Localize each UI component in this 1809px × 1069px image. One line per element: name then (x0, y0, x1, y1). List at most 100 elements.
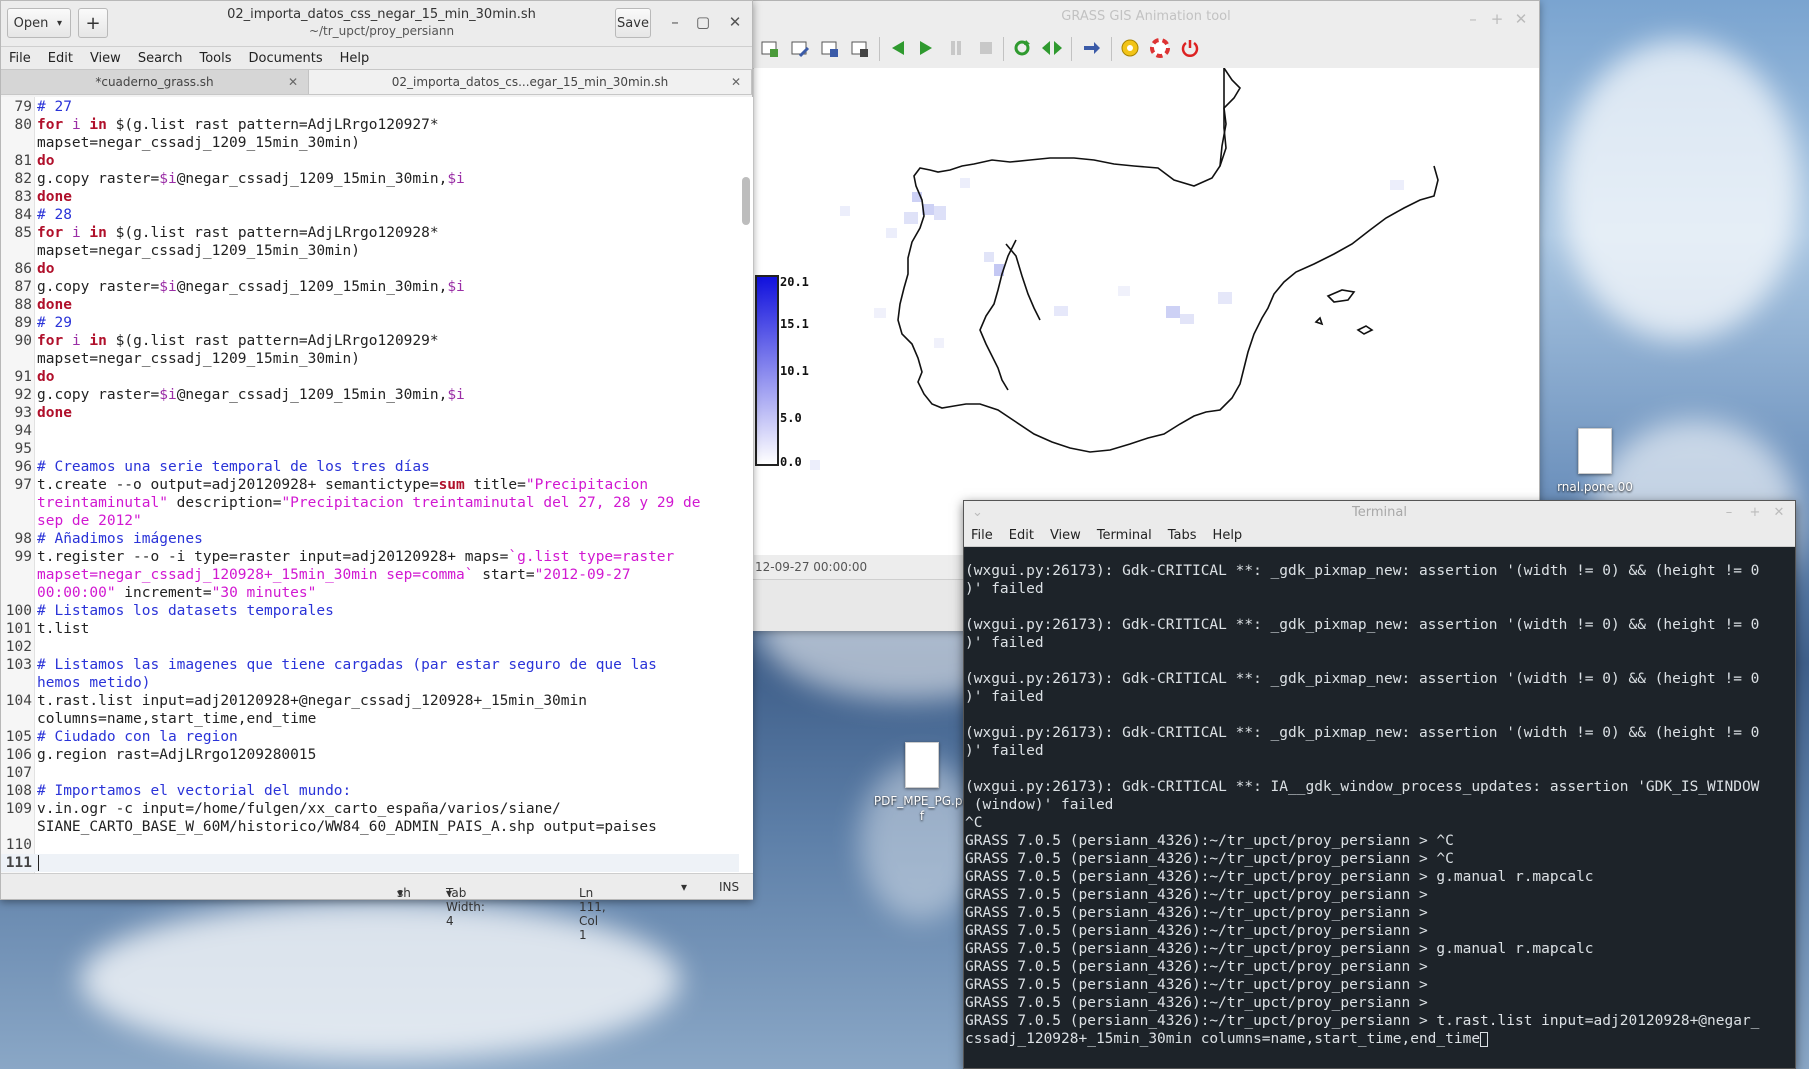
add-animation-icon[interactable] (757, 35, 783, 61)
close-icon[interactable]: ✕ (1769, 501, 1789, 525)
menu-view[interactable]: View (1050, 528, 1081, 543)
line-number: 85 (14, 225, 32, 241)
map-canvas[interactable] (754, 67, 1539, 555)
repeat-icon[interactable] (1009, 35, 1035, 61)
document-title: 02_importa_datos_css_negar_15_min_30min.… (227, 7, 536, 22)
editor-headerbar: Open ▾ + 02_importa_datos_css_negar_15_m… (1, 1, 752, 47)
play-icon[interactable] (913, 35, 939, 61)
close-tab-icon[interactable]: ✕ (288, 75, 298, 89)
menu-help[interactable]: Help (1213, 528, 1243, 543)
menu-search[interactable]: Search (138, 51, 183, 66)
maximize-icon[interactable]: + (1745, 501, 1765, 525)
code-line: g.copy raster=$i@negar_cssadj_1209_15min… (37, 170, 465, 188)
line-number: 97 (14, 477, 32, 493)
window-titlebar[interactable]: GRASS GIS Animation tool – + ✕ (753, 1, 1539, 31)
code-line: done (37, 188, 72, 206)
terminal-line: ^C (965, 815, 983, 831)
terminal-window: ⌄ Terminal – + ✕ File Edit View Terminal… (963, 500, 1796, 1069)
export-animation-icon[interactable] (847, 35, 873, 61)
play-back-icon[interactable] (885, 35, 911, 61)
line-number: 104 (5, 693, 32, 709)
quit-icon[interactable] (1177, 35, 1203, 61)
editor-text-area[interactable]: 79 # 27 80 for i in $(g.list rast pattern=A… (1, 97, 753, 874)
line-number: 86 (14, 261, 32, 277)
code-line: # Creamos una serie temporal de los tres… (37, 458, 430, 476)
vertical-scrollbar[interactable] (742, 177, 750, 225)
menu-tabs[interactable]: Tabs (1168, 528, 1197, 543)
code-token: @negar_cssadj_1209_15min_30min, (176, 387, 448, 403)
desktop-file-label: rnal.pone.00 (1557, 480, 1633, 494)
window-titlebar[interactable]: ⌄ Terminal – + ✕ (964, 501, 1795, 525)
close-icon[interactable]: ✕ (725, 13, 745, 31)
pause-icon[interactable] (943, 35, 969, 61)
open-button[interactable]: Open ▾ (7, 8, 71, 38)
line-number: 92 (14, 387, 32, 403)
reload-animation-icon[interactable] (817, 35, 843, 61)
close-tab-icon[interactable]: ✕ (731, 75, 741, 89)
chevron-down-icon[interactable]: ⌄ (972, 501, 983, 525)
new-tab-button[interactable]: + (78, 8, 108, 38)
help-icon[interactable] (1147, 35, 1173, 61)
terminal-line: GRASS 7.0.5 (persiann_4326):~/tr_upct/pr… (965, 851, 1454, 867)
menu-view[interactable]: View (90, 51, 121, 66)
line-number: 79 (14, 99, 32, 115)
stop-icon[interactable] (973, 35, 999, 61)
code-token: increment= (115, 585, 212, 601)
terminal-line: (wxgui.py:26173): Gdk-CRITICAL **: _gdk_… (965, 617, 1760, 633)
line-number: 96 (14, 459, 32, 475)
editor-statusbar: sh ▾ Tab Width: 4 ▾ Ln 111, Col 1 ▾ INS (1, 873, 753, 942)
terminal-output[interactable]: (wxgui.py:26173): Gdk-CRITICAL **: _gdk_… (964, 547, 1795, 1068)
minimize-icon[interactable]: – (665, 13, 685, 31)
code-line (37, 854, 39, 872)
code-token: # Listamos los datasets temporales (37, 603, 334, 619)
code-line: sep de 2012" (37, 512, 142, 530)
menu-edit[interactable]: Edit (48, 51, 73, 66)
menu-edit[interactable]: Edit (1009, 528, 1034, 543)
code-token: in (89, 117, 107, 133)
code-line: mapset=negar_cssadj_1209_15min_30min) (37, 134, 360, 152)
terminal-line: GRASS 7.0.5 (persiann_4326):~/tr_upct/pr… (965, 869, 1594, 885)
chevron-down-icon[interactable]: ▾ (681, 880, 687, 894)
code-line: do (37, 152, 54, 170)
menu-documents[interactable]: Documents (249, 51, 323, 66)
menu-file[interactable]: File (971, 528, 993, 543)
tab-importa-datos[interactable]: 02_importa_datos_cs...egar_15_min_30min.… (309, 70, 752, 94)
desktop-file-pdf-mpe[interactable]: PDF_MPE_PG.pdf (872, 742, 972, 824)
settings-icon[interactable] (1117, 35, 1143, 61)
window-title-block: 02_importa_datos_css_negar_15_min_30min.… (161, 7, 602, 39)
bounce-icon[interactable] (1039, 35, 1065, 61)
code-line: hemos metido) (37, 674, 151, 692)
terminal-line: (wxgui.py:26173): Gdk-CRITICAL **: _gdk_… (965, 725, 1760, 741)
terminal-cursor (1480, 1031, 1489, 1047)
terminal-line: )' failed (965, 635, 1044, 651)
legend-value: 10.1 (780, 364, 809, 378)
code-token: start= (473, 567, 535, 583)
toolbar-separator (1003, 37, 1004, 61)
menu-file[interactable]: File (9, 51, 31, 66)
menu-help[interactable]: Help (340, 51, 370, 66)
minimize-icon[interactable]: – (1719, 501, 1739, 525)
terminal-line: (wxgui.py:26173): Gdk-CRITICAL **: _gdk_… (965, 671, 1760, 687)
line-number: 89 (14, 315, 32, 331)
code-token: # Listamos las imagenes que tiene cargad… (37, 657, 657, 673)
code-token: mapset=negar_cssadj_1209_15min_30min) (37, 351, 361, 367)
terminal-line: GRASS 7.0.5 (persiann_4326):~/tr_upct/pr… (965, 1013, 1760, 1029)
chevron-down-icon: ▾ (446, 886, 453, 900)
window-title: GRASS GIS Animation tool (1061, 9, 1231, 24)
code-token: treintaminutal" (37, 495, 168, 511)
desktop-file-journal[interactable]: rnal.pone.00 (1545, 428, 1645, 494)
maximize-icon[interactable]: ▢ (693, 13, 713, 31)
code-token: "2012-09-27 (534, 567, 631, 583)
edit-animation-icon[interactable] (787, 35, 813, 61)
save-button[interactable]: Save (615, 8, 651, 38)
reverse-direction-icon[interactable] (1079, 35, 1105, 61)
code-line: columns=name,start_time,end_time (37, 710, 316, 728)
line-number: 98 (14, 531, 32, 547)
code-token: sum (438, 477, 465, 493)
menu-terminal[interactable]: Terminal (1097, 528, 1152, 543)
tab-cuaderno-grass[interactable]: *cuaderno_grass.sh ✕ (1, 70, 309, 94)
line-number: 84 (14, 207, 32, 223)
menu-tools[interactable]: Tools (199, 51, 231, 66)
